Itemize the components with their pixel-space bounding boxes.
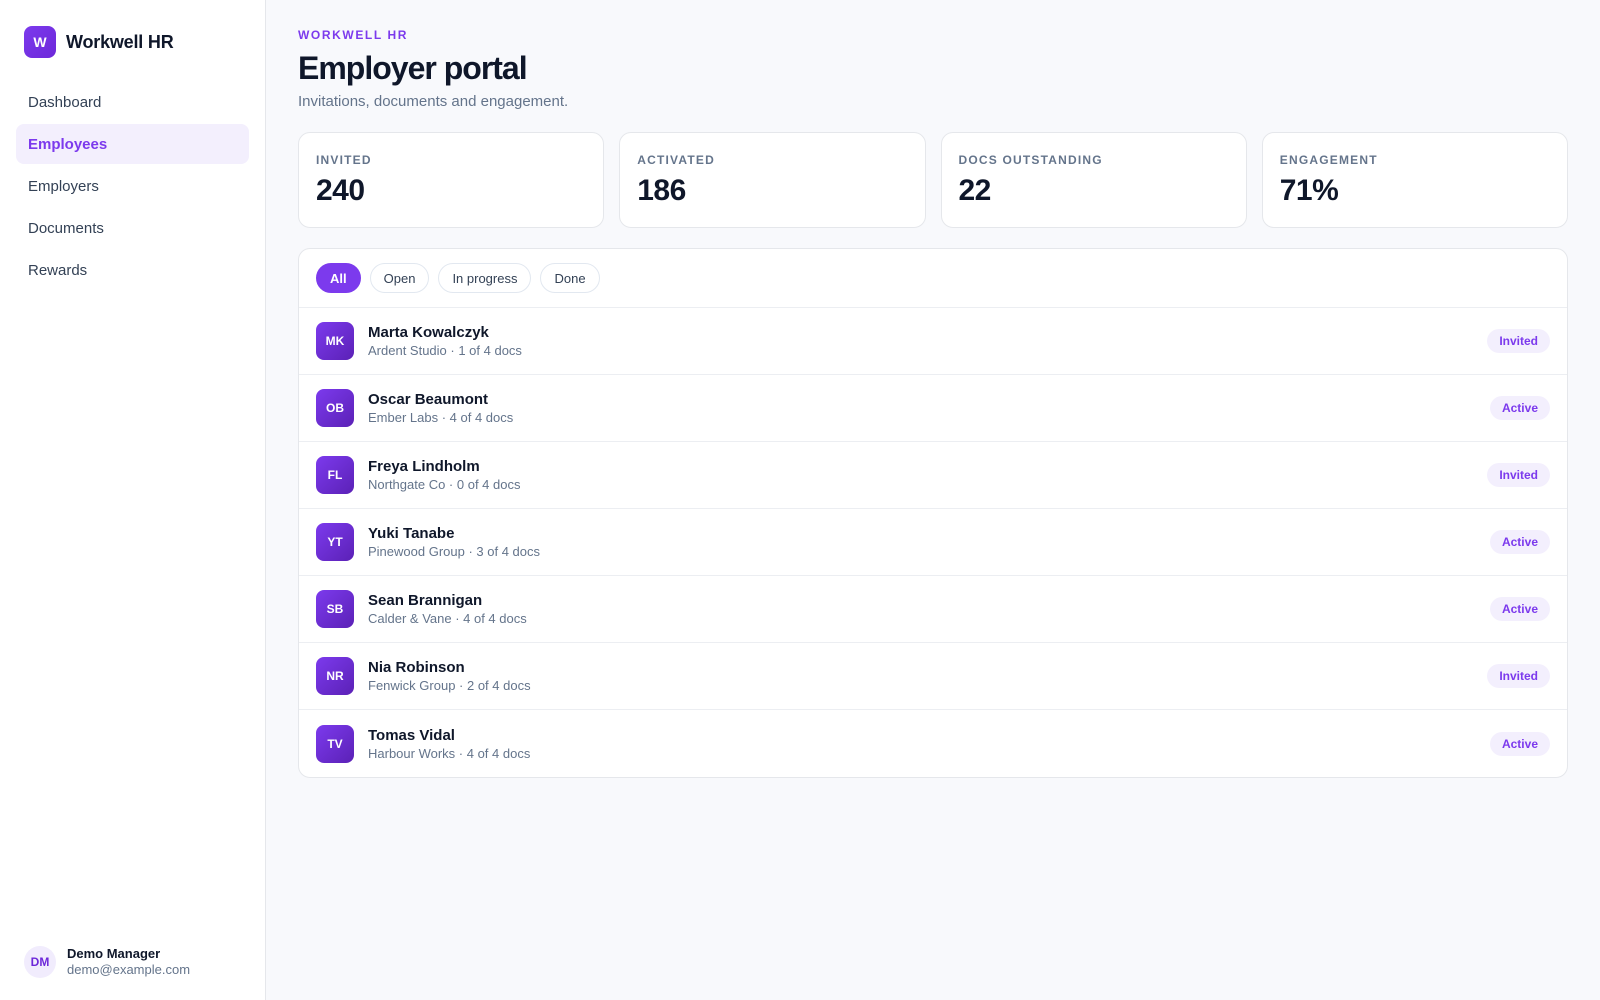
stat-value: 71% (1279, 174, 1339, 207)
person-info: Freya Lindholm Northgate Co · 0 of 4 doc… (368, 457, 1487, 493)
page-eyebrow: WORKWELL HR (298, 28, 409, 42)
employee-meta: Harbour Works · 4 of 4 docs (368, 745, 531, 761)
sidebar-item-employees[interactable]: Employees (16, 124, 249, 164)
table-row[interactable]: NR Nia Robinson Fenwick Group · 2 of 4 d… (299, 643, 1567, 710)
user-profile[interactable]: DM Demo Manager demo@example.com (24, 946, 190, 978)
stat-value: 22 (958, 174, 992, 207)
status-badge: Active (1489, 530, 1550, 554)
stat-value: 240 (316, 174, 365, 207)
person-info: Sean Brannigan Calder & Vane · 4 of 4 do… (368, 591, 1490, 627)
employee-meta: Ember Labs · 4 of 4 docs (368, 410, 514, 425)
status-badge: Active (1489, 597, 1550, 621)
employee-name: Yuki Tanabe (368, 525, 455, 542)
status-badge: Active (1489, 396, 1550, 420)
employee-meta: Pinewood Group · 3 of 4 docs (368, 544, 540, 559)
status-badge: Invited (1487, 329, 1550, 353)
person-info: Nia Robinson Fenwick Group · 2 of 4 docs (368, 658, 1487, 694)
avatar: YT (316, 523, 354, 561)
stat-card-docs-outstanding: DOCS OUTSTANDING 22 (940, 132, 1247, 228)
employee-meta: Fenwick Group · 2 of 4 docs (368, 678, 531, 693)
employee-name: Nia Robinson (368, 659, 465, 676)
employee-meta: Northgate Co · 0 of 4 docs (368, 477, 521, 492)
page-title: Employer portal (298, 50, 528, 86)
employee-name: Freya Lindholm (368, 458, 480, 475)
person-info: Yuki Tanabe Pinewood Group · 3 of 4 docs (368, 524, 1490, 560)
stat-card-engagement: ENGAGEMENT 71% (1261, 132, 1568, 228)
sidebar-item-dashboard[interactable]: Dashboard (16, 82, 249, 122)
avatar: DM (24, 946, 56, 978)
avatar: SB (316, 590, 354, 628)
user-email: demo@example.com (67, 962, 191, 977)
user-name: Demo Manager (67, 946, 161, 961)
page-subtitle: Invitations, documents and engagement. (298, 93, 569, 110)
employee-meta: Ardent Studio · 1 of 4 docs (368, 343, 522, 358)
sidebar-item-rewards[interactable]: Rewards (16, 250, 249, 290)
table-row[interactable]: FL Freya Lindholm Northgate Co · 0 of 4 … (299, 442, 1567, 509)
stat-label: DOCS OUTSTANDING (958, 153, 1103, 167)
employee-name: Oscar Beaumont (368, 391, 489, 408)
person-info: Tomas Vidal Harbour Works · 4 of 4 docs (368, 726, 1490, 762)
brand-name: Workwell HR (66, 31, 174, 52)
table-row[interactable]: TV Tomas Vidal Harbour Works · 4 of 4 do… (299, 710, 1567, 777)
status-badge: Active (1489, 731, 1550, 756)
table-row[interactable]: MK Marta Kowalczyk Ardent Studio · 1 of … (299, 308, 1567, 375)
stat-label: ENGAGEMENT (1279, 153, 1378, 167)
employee-name: Sean Brannigan (368, 592, 483, 609)
avatar: FL (316, 456, 354, 494)
brand-logo: W (24, 26, 56, 58)
stat-label: INVITED (316, 153, 372, 167)
filter-chip-open[interactable]: Open (369, 263, 430, 293)
stat-card-invited: INVITED 240 (298, 132, 605, 228)
filter-chip-in-progress[interactable]: In progress (438, 263, 532, 293)
main-content: WORKWELL HR Employer portal Invitations,… (266, 0, 1600, 1000)
stat-value: 186 (637, 174, 686, 207)
person-info: Oscar Beaumont Ember Labs · 4 of 4 docs (368, 390, 1490, 426)
status-badge: Invited (1487, 463, 1550, 487)
avatar: NR (316, 657, 354, 695)
employee-panel: All Open In progress Done MK Marta Kowal… (298, 248, 1568, 778)
sidebar-nav: Dashboard Employees Employers Documents … (16, 82, 249, 290)
user-info: Demo Manager demo@example.com (67, 946, 190, 978)
avatar: TV (316, 724, 354, 763)
stat-card-activated: ACTIVATED 186 (619, 132, 926, 228)
filter-bar: All Open In progress Done (299, 249, 1567, 308)
stats-row: INVITED 240 ACTIVATED 186 DOCS OUTSTANDI… (298, 132, 1568, 228)
filter-chip-all[interactable]: All (316, 263, 361, 293)
table-row[interactable]: SB Sean Brannigan Calder & Vane · 4 of 4… (299, 576, 1567, 643)
table-row[interactable]: YT Yuki Tanabe Pinewood Group · 3 of 4 d… (299, 509, 1567, 576)
sidebar-item-employers[interactable]: Employers (16, 166, 249, 206)
stat-label: ACTIVATED (637, 153, 715, 167)
filter-chip-done[interactable]: Done (540, 263, 600, 293)
sidebar-item-documents[interactable]: Documents (16, 208, 249, 248)
avatar: MK (316, 322, 354, 360)
table-row[interactable]: OB Oscar Beaumont Ember Labs · 4 of 4 do… (299, 375, 1567, 442)
employee-meta: Calder & Vane · 4 of 4 docs (368, 611, 527, 626)
employee-name: Marta Kowalczyk (368, 324, 489, 341)
sidebar: W Workwell HR Dashboard Employees Employ… (0, 0, 266, 1000)
person-info: Marta Kowalczyk Ardent Studio · 1 of 4 d… (368, 323, 1487, 359)
avatar: OB (316, 389, 354, 427)
employee-name: Tomas Vidal (368, 726, 455, 744)
brand[interactable]: W Workwell HR (16, 26, 249, 58)
status-badge: Invited (1487, 664, 1550, 688)
